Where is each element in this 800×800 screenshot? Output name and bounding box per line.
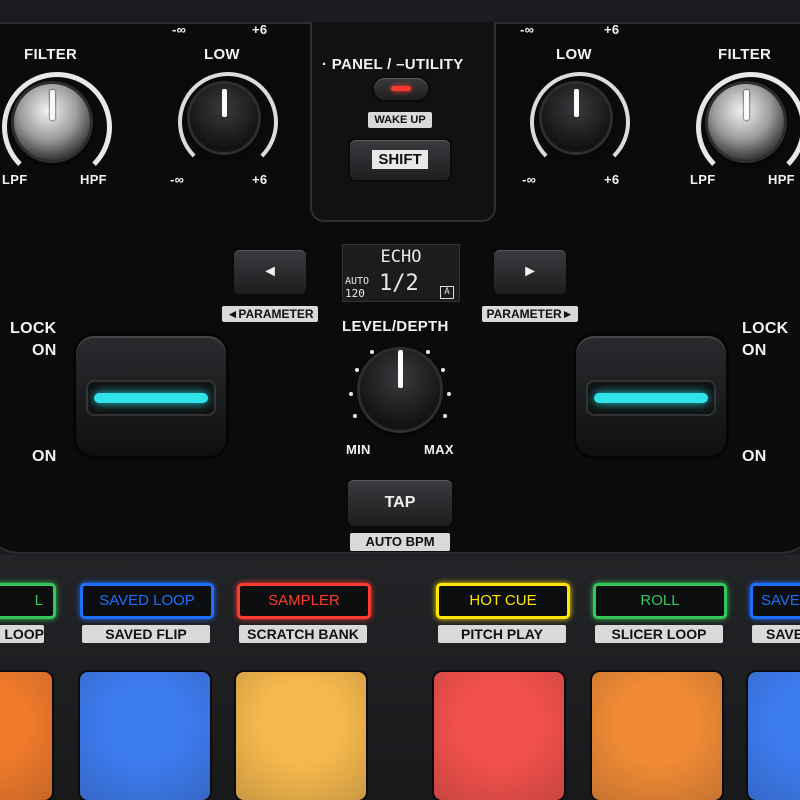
level-depth-knob[interactable] xyxy=(360,350,440,430)
left-low-min: -∞ xyxy=(170,172,185,187)
wake-up-tag: WAKE UP xyxy=(368,112,432,128)
right-fx-lever[interactable] xyxy=(576,336,726,456)
right-lever-slot xyxy=(586,380,716,416)
performance-pad[interactable] xyxy=(592,672,722,800)
pad-mode-shift-tag: LOOP xyxy=(0,625,44,643)
performance-pad[interactable] xyxy=(434,672,564,800)
left-filter-label: FILTER xyxy=(24,46,78,63)
panel-utility-button[interactable] xyxy=(374,78,428,100)
fx-display: ECHO AUTO 120 1/2 A xyxy=(342,244,460,302)
right-low-scale-max: +6 xyxy=(604,22,620,37)
right-low-scale-min: -∞ xyxy=(520,22,535,37)
right-low-min: -∞ xyxy=(522,172,537,187)
shift-label: SHIFT xyxy=(372,150,428,169)
right-filter-label: FILTER xyxy=(718,46,772,63)
level-tick xyxy=(370,350,374,354)
left-low-scale-min: -∞ xyxy=(172,22,187,37)
left-fx-lever[interactable] xyxy=(76,336,226,456)
pad-mode-shift-tag: SAVED FLIP xyxy=(82,625,210,643)
level-tick xyxy=(349,392,353,396)
tap-button[interactable]: TAP xyxy=(348,480,452,526)
left-lock-label: LOCK xyxy=(10,320,57,337)
level-tick xyxy=(355,368,359,372)
left-lock-on-label: ON xyxy=(32,342,57,359)
left-filter-knob[interactable] xyxy=(14,84,90,160)
pad-mode-shift-tag: SCRATCH BANK xyxy=(239,625,367,643)
bpm-value: 120 xyxy=(345,287,365,300)
pad-mode-shift-tag: SAVE xyxy=(752,625,800,643)
performance-pad[interactable] xyxy=(0,672,52,800)
pad-mode-button[interactable]: SAVED LOOP xyxy=(80,583,214,619)
right-lock-label: LOCK xyxy=(742,320,789,337)
pad-mode-button[interactable]: ROLL xyxy=(593,583,727,619)
performance-pad[interactable] xyxy=(748,672,800,800)
right-on-label: ON xyxy=(742,448,767,465)
right-low-max: +6 xyxy=(604,172,620,187)
level-max-label: MAX xyxy=(424,442,454,457)
level-tick xyxy=(441,368,445,372)
panel-utility-label: · PANEL / –UTILITY xyxy=(322,56,464,73)
pad-mode-label: HOT CUE xyxy=(469,592,537,609)
level-tick xyxy=(443,414,447,418)
channel-indicator: A xyxy=(440,286,454,299)
auto-label: AUTO xyxy=(345,276,370,287)
pad-mode-shift-tag: SLICER LOOP xyxy=(595,625,723,643)
parameter-right-button[interactable]: ► xyxy=(494,250,566,294)
pad-mode-button[interactable]: SAVE xyxy=(750,583,800,619)
pad-mode-label: ROLL xyxy=(640,592,680,609)
tap-label: TAP xyxy=(384,494,416,511)
pad-mode-label: SAVE xyxy=(761,592,800,609)
right-filter-knob[interactable] xyxy=(708,84,784,160)
parameter-left-tag: ◄PARAMETER xyxy=(222,306,318,322)
level-tick xyxy=(353,414,357,418)
shift-button[interactable]: SHIFT xyxy=(350,140,450,180)
panel-indicator-light xyxy=(391,86,411,91)
pad-mode-button[interactable]: HOT CUE xyxy=(436,583,570,619)
pad-mode-label: SAVED LOOP xyxy=(99,592,195,609)
right-lpf-label: LPF xyxy=(690,172,716,187)
right-lever-light xyxy=(594,393,708,403)
parameter-left-button[interactable]: ◄ xyxy=(234,250,306,294)
beat-value: 1/2 xyxy=(379,271,419,296)
left-low-label: LOW xyxy=(204,46,240,63)
pad-mode-button[interactable]: L xyxy=(0,583,56,619)
performance-pad[interactable] xyxy=(80,672,210,800)
parameter-right-tag: PARAMETER► xyxy=(482,306,578,322)
effect-name: ECHO xyxy=(380,247,422,267)
level-depth-label: LEVEL/DEPTH xyxy=(342,318,449,335)
left-hpf-label: HPF xyxy=(80,172,107,187)
right-arrow-icon: ► xyxy=(522,263,538,280)
right-low-label: LOW xyxy=(556,46,592,63)
right-low-knob[interactable] xyxy=(542,84,610,152)
left-lpf-label: LPF xyxy=(2,172,28,187)
left-lever-light xyxy=(94,393,208,403)
right-hpf-label: HPF xyxy=(768,172,795,187)
left-on-label: ON xyxy=(32,448,57,465)
performance-pad[interactable] xyxy=(236,672,366,800)
controller-panel: -∞ +6 -∞ +6 0 FILTER LPF HPF LOW -∞ +6 ·… xyxy=(0,0,800,800)
pad-mode-button[interactable]: SAMPLER xyxy=(237,583,371,619)
pad-mode-shift-tag: PITCH PLAY xyxy=(438,625,566,643)
right-lock-on-label: ON xyxy=(742,342,767,359)
auto-bpm-tag: AUTO BPM xyxy=(350,533,450,551)
left-low-max: +6 xyxy=(252,172,268,187)
level-tick xyxy=(447,392,451,396)
left-arrow-icon: ◄ xyxy=(262,263,278,280)
pad-mode-label: L xyxy=(34,592,43,609)
left-low-scale-max: +6 xyxy=(252,22,268,37)
pad-mode-label: SAMPLER xyxy=(268,592,340,609)
level-tick xyxy=(426,350,430,354)
left-low-knob[interactable] xyxy=(190,84,258,152)
level-min-label: MIN xyxy=(346,442,371,457)
left-lever-slot xyxy=(86,380,216,416)
